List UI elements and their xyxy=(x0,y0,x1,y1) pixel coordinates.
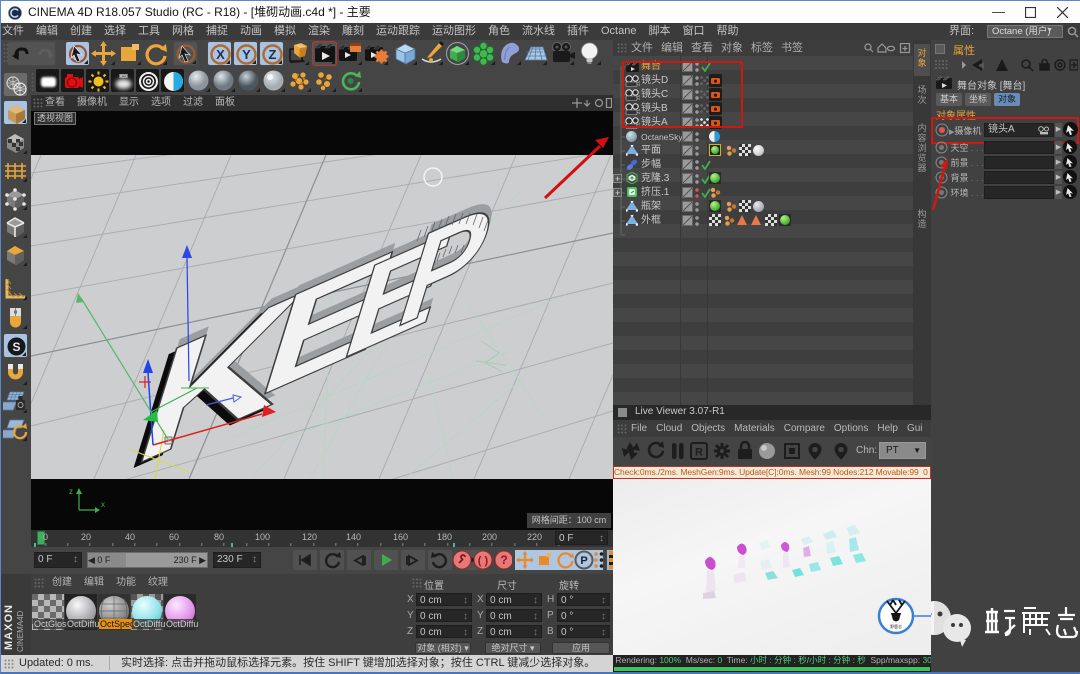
svg-text:Y: Y xyxy=(242,47,251,62)
svg-text:野鹿志: 野鹿志 xyxy=(890,623,902,629)
svg-text:IES: IES xyxy=(120,74,127,79)
svg-text:( ): ( ) xyxy=(478,555,489,567)
svg-text:Z: Z xyxy=(269,47,277,62)
svg-text:R: R xyxy=(695,447,703,459)
svg-text:?: ? xyxy=(500,553,507,567)
svg-text:X: X xyxy=(216,47,225,62)
svg-text:x: x xyxy=(101,500,105,509)
svg-text:S: S xyxy=(12,340,20,354)
svg-text:P: P xyxy=(580,555,587,567)
svg-text:z: z xyxy=(69,487,73,496)
